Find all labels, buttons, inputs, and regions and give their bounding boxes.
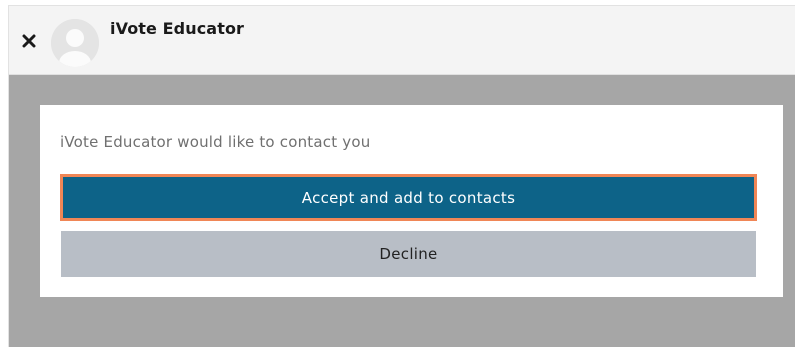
- default-user-avatar-icon: [51, 19, 99, 67]
- contact-request-panel: iVote Educator iVote Educator would like…: [8, 5, 795, 347]
- conversation-header: iVote Educator: [9, 6, 795, 75]
- close-button[interactable]: [19, 31, 39, 51]
- contact-name-title: iVote Educator: [110, 19, 245, 38]
- contact-request-message: iVote Educator would like to contact you: [60, 133, 371, 151]
- decline-button[interactable]: Decline: [61, 231, 756, 277]
- contact-request-dialog: iVote Educator would like to contact you…: [40, 105, 783, 297]
- accept-and-add-to-contacts-button[interactable]: Accept and add to contacts: [60, 174, 757, 221]
- avatar: [51, 19, 99, 67]
- close-icon: [22, 34, 36, 48]
